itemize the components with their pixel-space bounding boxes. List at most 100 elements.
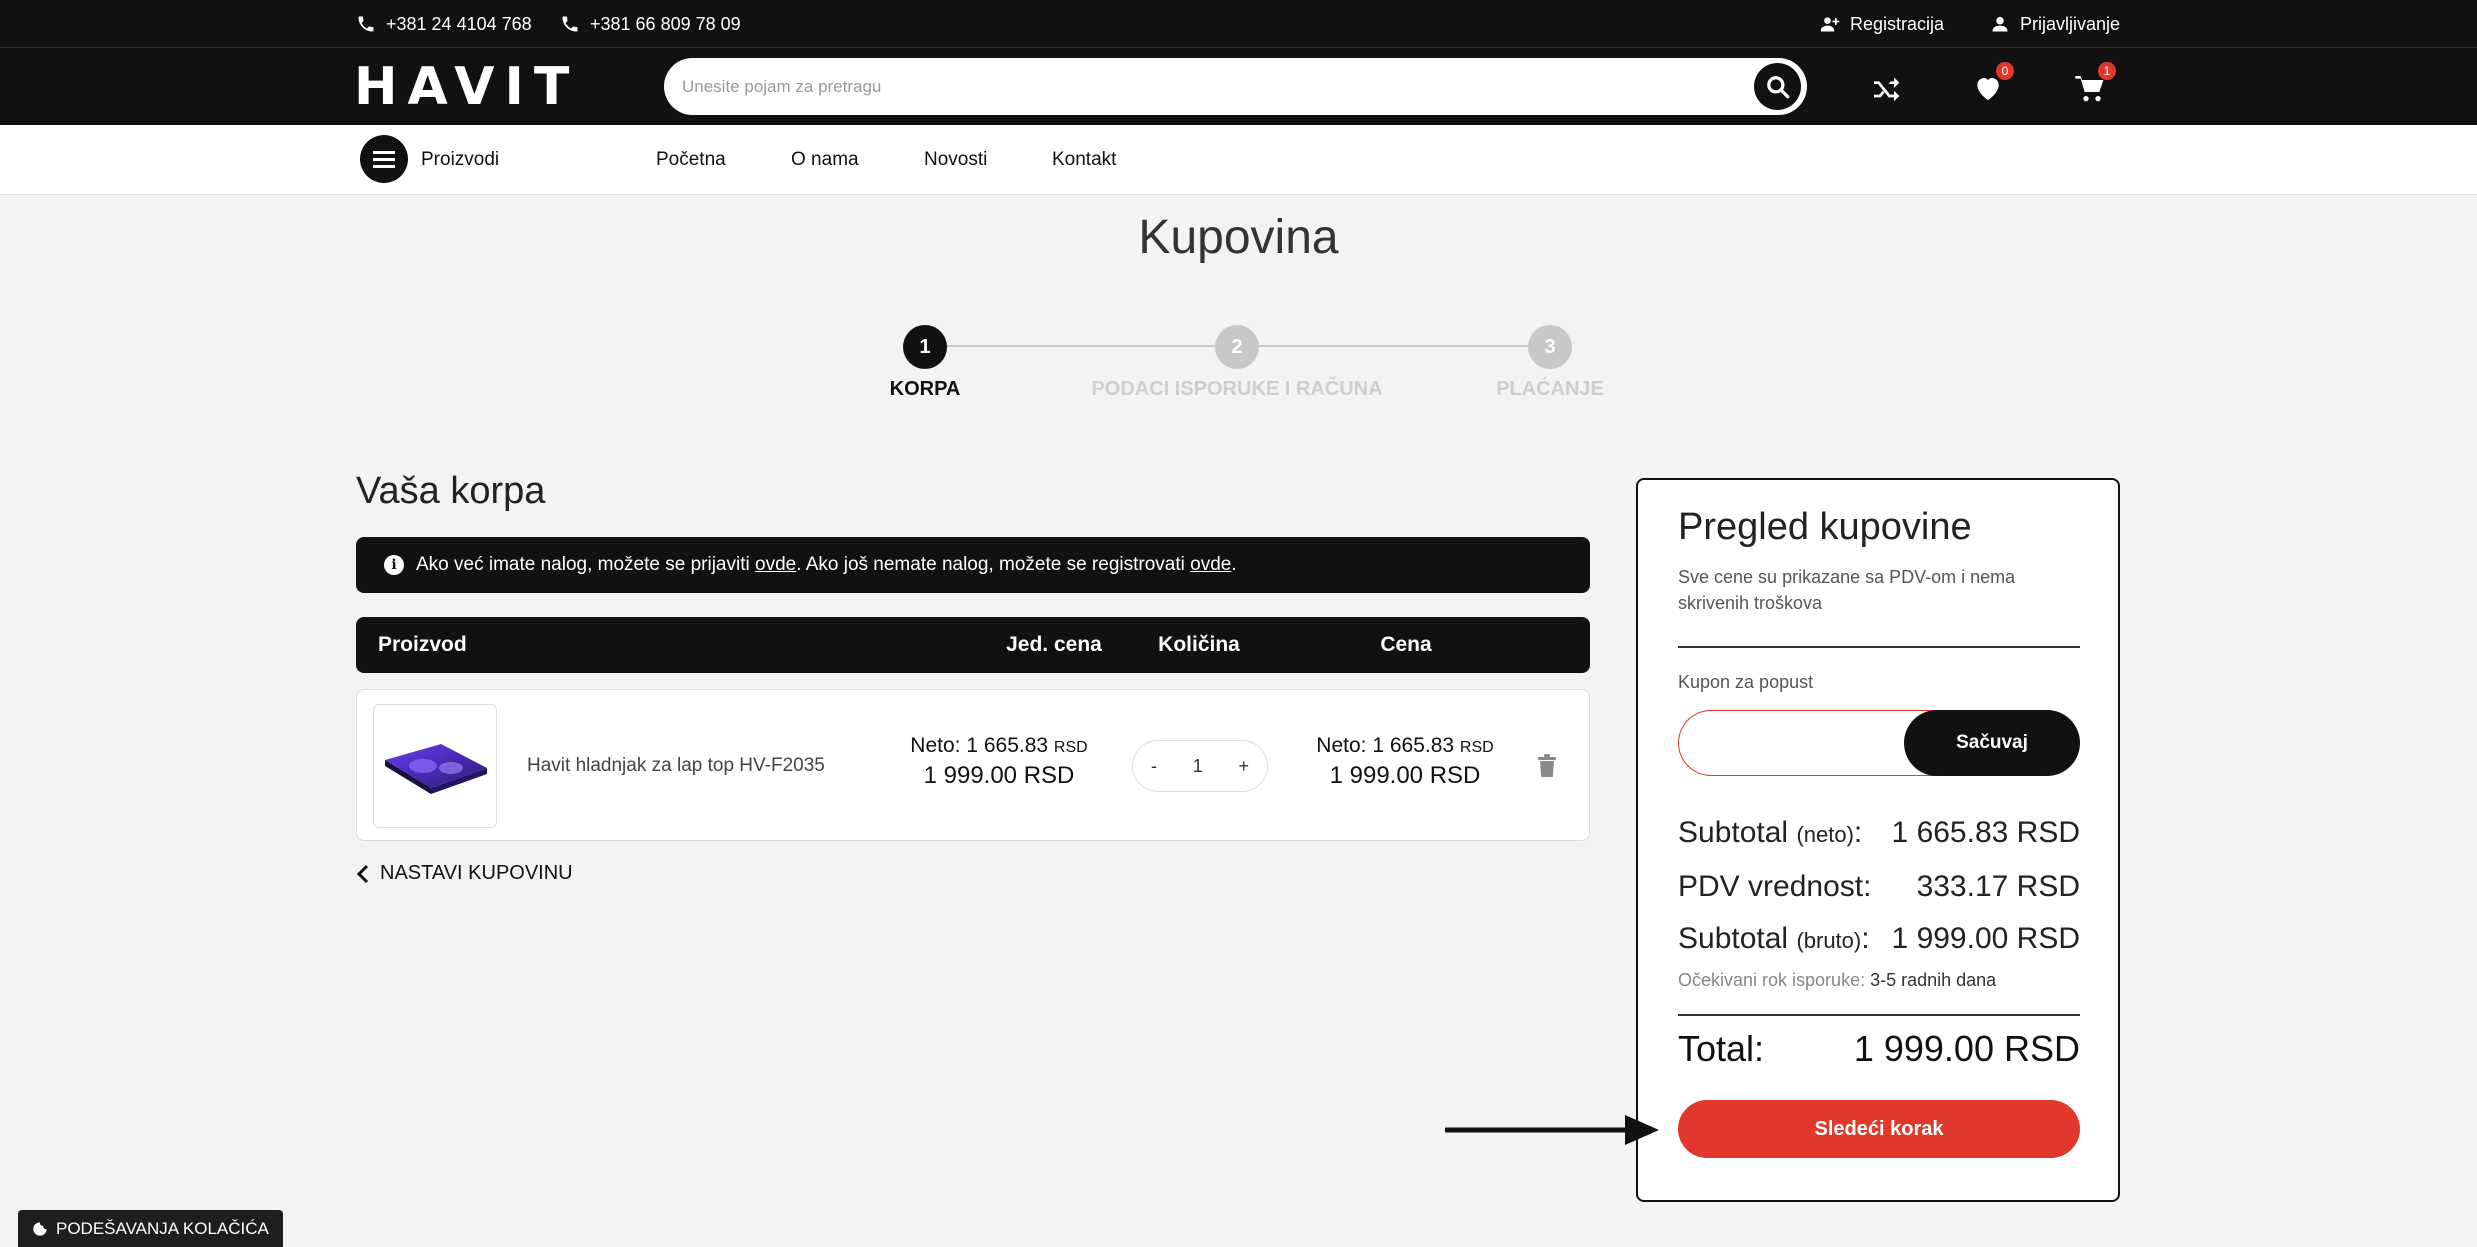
cookie-icon: [33, 1221, 47, 1236]
continue-shopping-label: NASTAVI KUPOVINU: [380, 862, 573, 884]
delivery-estimate: Očekivani rok isporuke: 3-5 radnih dana: [1678, 970, 1996, 991]
order-summary: Pregled kupovine Sve cene su prikazane s…: [1636, 478, 2120, 1202]
login-label: Prijavljivanje: [2020, 13, 2121, 34]
nav-link-about[interactable]: O nama: [791, 125, 859, 195]
login-info-banner: i Ako već imate nalog, možete se prijavi…: [356, 537, 1590, 593]
phone-link-2[interactable]: +381 66 809 78 09: [560, 0, 741, 48]
login-here-link[interactable]: ovde: [755, 554, 796, 576]
step-2-circle: 2: [1215, 325, 1259, 369]
summary-title: Pregled kupovine: [1678, 506, 1972, 548]
page-title: Kupovina: [1138, 211, 1339, 264]
save-coupon-button[interactable]: Sačuvaj: [1904, 710, 2080, 776]
subtotal-bruto-label: Subtotal: [1678, 922, 1789, 955]
add-user-icon: [1820, 17, 1840, 32]
column-product: Proizvod: [378, 633, 467, 656]
search-button[interactable]: [1754, 63, 1801, 110]
total-value: 1 999.00 RSD: [1853, 1028, 2080, 1069]
subtotal-neto-label: Subtotal: [1678, 816, 1789, 849]
chevron-left-icon: [356, 864, 369, 883]
quantity-decrease-button[interactable]: -: [1151, 756, 1157, 777]
wishlist-count-badge: 0: [1996, 62, 2014, 80]
search-input[interactable]: [682, 58, 1722, 115]
shuffle-icon: [1874, 77, 1900, 102]
products-menu-label[interactable]: Proizvodi: [421, 125, 499, 195]
wishlist-button[interactable]: 0: [1970, 62, 2014, 106]
info-text-1: Ako već imate nalog, možete se prijaviti: [416, 554, 755, 575]
compare-button[interactable]: [1868, 70, 1904, 106]
nav-link-news[interactable]: Novosti: [924, 125, 987, 195]
delivery-label: Očekivani rok isporuke:: [1678, 970, 1866, 990]
header: HAVIT 0 1: [0, 48, 2477, 125]
subtotal-neto-value: 1 665.83 RSD: [1891, 816, 2080, 849]
total-price-neto: Neto: 1 665.83: [1316, 734, 1455, 757]
subtotal-bruto-value: 1 999.00 RSD: [1891, 922, 2080, 955]
cart-table-header: Proizvod Jed. cena Količina Cena: [356, 617, 1590, 673]
register-here-link[interactable]: ovde: [1190, 554, 1231, 576]
unit-price-neto-currency: RSD: [1053, 739, 1088, 756]
cart-item-row: Havit hladnjak za lap top HV-F2035 Neto:…: [356, 689, 1590, 841]
phone-icon: [358, 16, 374, 32]
quantity-increase-button[interactable]: +: [1238, 756, 1249, 777]
column-quantity: Količina: [1158, 633, 1240, 656]
unit-price: Neto: 1 665.83 RSD 1 999.00 RSD: [889, 734, 1109, 790]
info-icon: i: [384, 555, 404, 575]
divider: [1678, 1014, 2080, 1016]
cookie-settings-button[interactable]: PODEŠAVANJA KOLAČIĆA: [18, 1210, 283, 1247]
subtotal-neto-row: Subtotal (neto): 1 665.83 RSD: [1678, 816, 2080, 849]
product-image[interactable]: [373, 704, 497, 828]
subtotal-bruto-suffix: (bruto): [1796, 928, 1862, 953]
info-text-2: . Ako još nemate nalog, možete se regist…: [796, 554, 1191, 575]
total-price: Neto: 1 665.83 RSD 1 999.00 RSD: [1295, 734, 1515, 790]
search-bar: [664, 58, 1807, 115]
vat-value: 333.17 RSD: [1916, 870, 2080, 903]
delivery-value: 3-5 radnih dana: [1870, 970, 1997, 990]
info-text-3: .: [1231, 554, 1237, 575]
nav-link-contact[interactable]: Kontakt: [1052, 125, 1116, 195]
arrow-pointer-icon: [1445, 1115, 1659, 1145]
total-row: Total: 1 999.00 RSD: [1678, 1028, 2080, 1070]
total-price-neto-currency: RSD: [1459, 739, 1494, 756]
next-step-button[interactable]: Sledeći korak: [1678, 1100, 2080, 1158]
register-label: Registracija: [1850, 13, 1945, 34]
top-bar: +381 24 4104 768 +381 66 809 78 09 Regis…: [0, 0, 2477, 48]
phone-number-2: +381 66 809 78 09: [590, 13, 741, 34]
divider: [1678, 646, 2080, 648]
hamburger-icon: [373, 150, 395, 168]
phone-number-1: +381 24 4104 768: [386, 13, 532, 34]
summary-description: Sve cene su prikazane sa PDV-om i nema s…: [1678, 567, 2016, 613]
phone-link-1[interactable]: +381 24 4104 768: [356, 0, 532, 48]
quantity-value[interactable]: 1: [1193, 756, 1203, 777]
login-link[interactable]: Prijavljivanje: [1990, 0, 2120, 48]
step-connector: [1259, 345, 1549, 347]
step-3-circle: 3: [1528, 325, 1572, 369]
continue-shopping-link[interactable]: NASTAVI KUPOVINU: [356, 862, 573, 885]
nav-link-home[interactable]: Početna: [656, 125, 726, 195]
trash-icon[interactable]: [1537, 754, 1557, 778]
havit-logo[interactable]: HAVIT: [354, 57, 579, 117]
unit-price-neto: Neto: 1 665.83: [910, 734, 1049, 757]
cart-button[interactable]: 1: [2072, 62, 2116, 106]
subtotal-bruto-row: Subtotal (bruto): 1 999.00 RSD: [1678, 922, 2080, 955]
user-icon: [1992, 16, 2008, 32]
step-3-label: PLAĆANJE: [1496, 378, 1604, 400]
menu-button[interactable]: [360, 135, 408, 183]
product-name[interactable]: Havit hladnjak za lap top HV-F2035: [527, 690, 825, 842]
vat-label: PDV vrednost:: [1678, 870, 1872, 903]
total-label: Total:: [1678, 1028, 1765, 1069]
cart-title: Vaša korpa: [356, 470, 546, 512]
coupon-input[interactable]: [1678, 710, 1938, 776]
main-nav: Proizvodi Početna O nama Novosti Kontakt: [0, 125, 2477, 195]
column-price: Cena: [1380, 633, 1432, 656]
total-price-bruto: 1 999.00 RSD: [1329, 762, 1481, 789]
phone-icon: [562, 16, 578, 32]
quantity-stepper: - 1 +: [1132, 740, 1268, 792]
unit-price-bruto: 1 999.00 RSD: [923, 762, 1075, 789]
vat-row: PDV vrednost: 333.17 RSD: [1678, 870, 2080, 904]
step-1-circle: 1: [903, 325, 947, 369]
coupon-label: Kupon za popust: [1678, 672, 1814, 692]
cookie-settings-label: PODEŠAVANJA KOLAČIĆA: [56, 1218, 269, 1238]
cart-count-badge: 1: [2098, 62, 2116, 80]
register-link[interactable]: Registracija: [1820, 0, 1944, 48]
search-icon: [1766, 75, 1789, 98]
step-connector: [947, 345, 1237, 347]
